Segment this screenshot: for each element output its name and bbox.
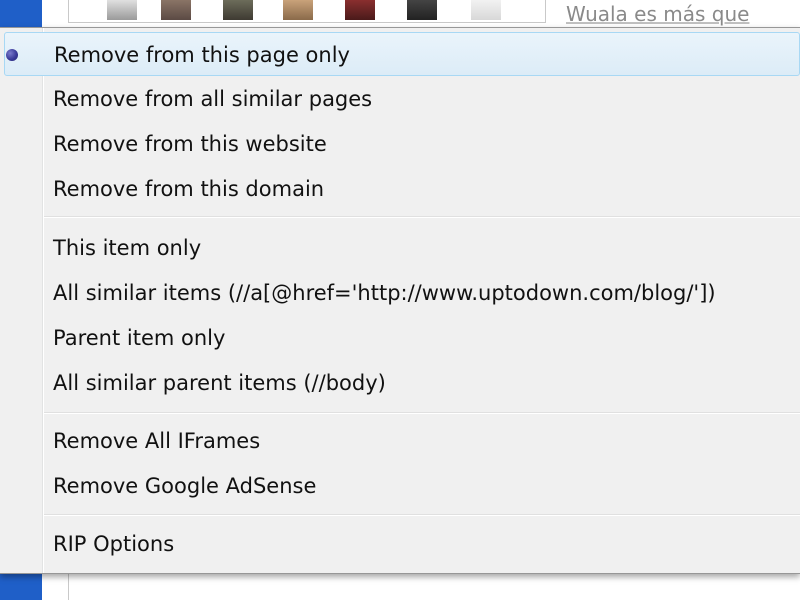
- page-snippet-link[interactable]: Wuala es más que: [566, 2, 749, 26]
- thumbnail-strip: [68, 0, 546, 23]
- menu-item-label: Remove from this domain: [53, 177, 325, 201]
- menu-item-label: Remove Google AdSense: [53, 474, 317, 498]
- screen: Wuala es más que Remove from this page o…: [0, 0, 800, 600]
- menu-item-label: All similar items (//a[@href='http://www…: [53, 281, 716, 305]
- menu-item-label: Remove from this page only: [54, 43, 350, 67]
- menu-separator: [44, 412, 800, 414]
- menu-item-remove-all-iframes[interactable]: Remove All IFrames: [4, 419, 800, 463]
- thumbnail-5[interactable]: [345, 0, 375, 20]
- menu-item-all-similar-items[interactable]: All similar items (//a[@href='http://www…: [4, 271, 800, 315]
- menu-item-remove-this-website[interactable]: Remove from this website: [4, 122, 800, 166]
- menu-item-label: Remove from all similar pages: [53, 87, 373, 111]
- thumbnail-4[interactable]: [283, 0, 313, 20]
- menu-item-label: Remove All IFrames: [53, 429, 261, 453]
- menu-item-all-similar-parent-items[interactable]: All similar parent items (//body): [4, 361, 800, 405]
- radio-bullet-icon: [6, 49, 18, 61]
- menu-item-remove-similar-pages[interactable]: Remove from all similar pages: [4, 77, 800, 121]
- menu-item-label: This item only: [53, 236, 202, 260]
- thumbnail-3[interactable]: [223, 0, 253, 20]
- thumbnail-1[interactable]: [107, 0, 137, 20]
- menu-item-label: Parent item only: [53, 326, 226, 350]
- menu-separator: [44, 216, 800, 218]
- thumbnail-7[interactable]: [471, 0, 501, 20]
- menu-item-this-item-only[interactable]: This item only: [4, 226, 800, 270]
- menu-separator: [44, 514, 800, 516]
- menu-item-label: RIP Options: [53, 532, 175, 556]
- menu-item-remove-this-page[interactable]: Remove from this page only: [4, 32, 800, 76]
- menu-item-label: Remove from this website: [53, 132, 327, 156]
- menu-item-remove-google-adsense[interactable]: Remove Google AdSense: [4, 464, 800, 508]
- thumbnail-2[interactable]: [161, 0, 191, 20]
- context-menu: Remove from this page only Remove from a…: [0, 27, 800, 574]
- menu-item-remove-this-domain[interactable]: Remove from this domain: [4, 167, 800, 211]
- thumbnail-6[interactable]: [407, 0, 437, 20]
- page-left-bar-bottom: [0, 572, 42, 600]
- menu-item-rip-options[interactable]: RIP Options: [4, 522, 800, 566]
- menu-item-parent-item-only[interactable]: Parent item only: [4, 316, 800, 360]
- menu-item-label: All similar parent items (//body): [53, 371, 386, 395]
